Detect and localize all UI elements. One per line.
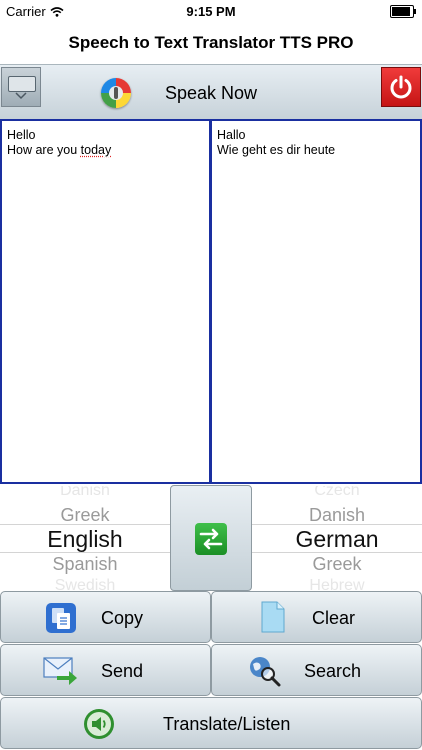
picker-divider [0, 552, 170, 553]
source-line-2-text: How are you [7, 143, 81, 157]
mail-send-icon [43, 657, 77, 685]
picker-divider [0, 524, 170, 525]
search-label: Search [304, 661, 362, 681]
source-language-picker[interactable]: Danish Greek English Spanish Swedish [0, 486, 170, 590]
search-button[interactable]: Search [211, 644, 422, 696]
target-line-1: Hallo [217, 128, 246, 142]
picker-option[interactable]: Czech [252, 486, 422, 500]
source-line-1: Hello [7, 128, 36, 142]
battery-icon [390, 5, 416, 18]
picker-option[interactable]: Spanish [0, 554, 170, 575]
send-label: Send [101, 661, 144, 681]
source-line-2: How are you today [7, 143, 204, 158]
picker-option[interactable]: Greek [252, 554, 422, 575]
copy-button[interactable]: Copy [0, 591, 211, 643]
picker-divider [252, 552, 422, 553]
source-language-selected[interactable]: English [0, 526, 170, 553]
copy-label: Copy [101, 608, 144, 628]
status-bar: Carrier 9:15 PM [0, 0, 422, 22]
globe-search-icon [250, 657, 281, 687]
app-title: Speech to Text Translator TTS PRO [68, 33, 354, 52]
translate-listen-button[interactable]: Translate/Listen [0, 697, 422, 749]
blank-document-icon [261, 601, 285, 633]
speak-toolbar: Speak Now [0, 64, 422, 120]
picker-option[interactable]: Swedish [0, 577, 170, 590]
picker-divider [252, 524, 422, 525]
picker-option[interactable]: Danish [252, 505, 422, 526]
clock: 9:15 PM [186, 4, 236, 19]
send-button[interactable]: Send [0, 644, 211, 696]
power-icon [390, 75, 412, 99]
picker-option[interactable]: Greek [0, 505, 170, 526]
copy-icon [46, 603, 76, 633]
swap-arrows-icon [195, 523, 227, 555]
target-line-2: Wie geht es dir heute [217, 143, 336, 157]
clear-button[interactable]: Clear [211, 591, 422, 643]
target-language-selected[interactable]: German [252, 526, 422, 553]
speak-now-button[interactable]: Speak Now [0, 83, 422, 104]
translate-listen-label: Translate/Listen [163, 714, 291, 734]
clear-label: Clear [312, 608, 356, 628]
misspelled-word: today [80, 143, 112, 157]
speaker-icon [84, 709, 114, 739]
target-language-picker[interactable]: Czech Danish German Greek Hebrew [252, 486, 422, 590]
target-text-area[interactable]: Hallo Wie geht es dir heute [211, 119, 422, 484]
power-button[interactable] [381, 67, 421, 107]
source-text-area[interactable]: Hello How are you today [0, 119, 211, 484]
picker-option[interactable]: Danish [0, 486, 170, 500]
picker-option[interactable]: Hebrew [252, 577, 422, 590]
swap-languages-button[interactable] [170, 485, 252, 591]
